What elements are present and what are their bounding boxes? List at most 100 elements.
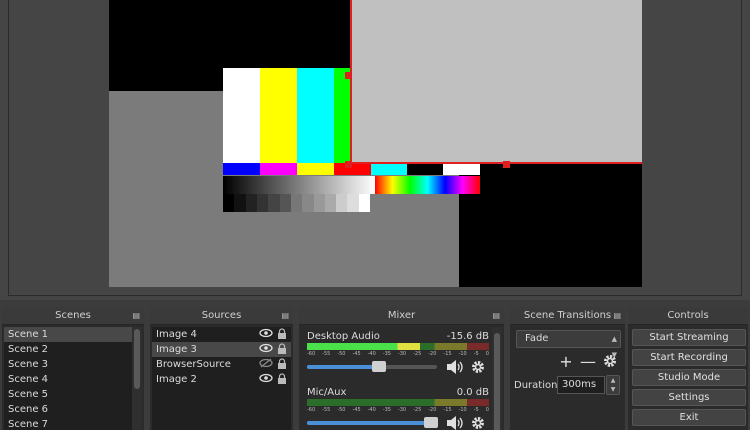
lock-icon[interactable]: [277, 343, 287, 355]
lock-icon[interactable]: [277, 358, 287, 370]
source-item[interactable]: Image 3: [152, 342, 291, 357]
mixer-dock: Mixer ▤ Desktop Audio -15.6 dB -60 -55 -50…: [299, 307, 504, 430]
eye-icon[interactable]: [259, 373, 273, 383]
float-icon[interactable]: ▤: [132, 307, 140, 325]
eye-hidden-icon[interactable]: [259, 358, 273, 368]
meter-tick-label: -25: [413, 407, 422, 413]
float-icon[interactable]: ▤: [281, 307, 289, 325]
meter-tick-label: -35: [382, 351, 391, 357]
source-item[interactable]: Image 4: [152, 327, 291, 342]
controls-body: Start Streaming Start Recording Studio M…: [630, 327, 746, 430]
scene-item[interactable]: Scene 4: [4, 372, 142, 387]
preview-canvas[interactable]: [109, 0, 642, 287]
transition-select[interactable]: Fade ▲ ▼: [516, 330, 621, 359]
resize-handle-bottom[interactable]: [503, 161, 510, 168]
meter-tick-label: -15: [443, 351, 452, 357]
exit-button[interactable]: Exit: [632, 409, 746, 426]
meter-tick-label: -20: [428, 407, 437, 413]
settings-button[interactable]: Settings: [632, 389, 746, 406]
meter-tick-label: 0: [485, 407, 489, 413]
speaker-icon[interactable]: [445, 415, 465, 430]
mixer-title-label: Mixer: [387, 310, 416, 321]
start-recording-button[interactable]: Start Recording: [632, 349, 746, 366]
speaker-icon[interactable]: [445, 359, 465, 375]
volume-fill: [307, 365, 379, 369]
source-item[interactable]: Image 2: [152, 372, 291, 387]
studio-mode-button[interactable]: Studio Mode: [632, 369, 746, 386]
controls-title-label: Controls: [667, 310, 709, 321]
meter-tick-label: -10: [458, 407, 467, 413]
meter-tick-label: -5: [473, 351, 479, 357]
controls-dock: Controls Start Streaming Start Recording…: [628, 307, 748, 430]
scene-item[interactable]: Scene 2: [4, 342, 142, 357]
gear-icon[interactable]: [470, 415, 486, 430]
mixer-scrollbar[interactable]: [492, 327, 502, 430]
meter-ticks: -60 -55 -50 -45 -40 -35 -30 -25 -20 -15 -10 -5 0: [307, 351, 489, 359]
volume-meter: [307, 399, 489, 406]
channel-db: 0.0 dB: [456, 387, 489, 398]
preview-area[interactable]: [0, 0, 750, 300]
sources-list[interactable]: Image 4 Image 3 BrowserSource Image 2: [152, 327, 291, 430]
duration-input[interactable]: 300ms: [557, 376, 605, 394]
float-icon[interactable]: ▤: [613, 307, 621, 325]
scene-item[interactable]: Scene 1: [4, 327, 142, 342]
scenes-list[interactable]: Scene 1 Scene 2 Scene 3 Scene 4 Scene 5 …: [4, 327, 142, 430]
scenes-title-label: Scenes: [55, 310, 91, 321]
start-streaming-button[interactable]: Start Streaming: [632, 329, 746, 346]
meter-tick-label: -40: [367, 351, 376, 357]
minus-icon[interactable]: —: [580, 352, 596, 371]
duration-label: Duration: [514, 380, 558, 391]
scene-item[interactable]: Scene 3: [4, 357, 142, 372]
meter-tick-label: 0: [485, 351, 489, 357]
source-name: Image 2: [156, 374, 197, 385]
meter-tick-label: -40: [367, 407, 376, 413]
scene-item[interactable]: Scene 7: [4, 417, 142, 430]
meter-tick-label: -55: [322, 351, 331, 357]
meter-tick-label: -20: [428, 351, 437, 357]
volume-fill: [307, 421, 431, 425]
volume-knob[interactable]: [371, 361, 386, 372]
meter-tick-label: -10: [458, 351, 467, 357]
meter-tick-label: -45: [352, 407, 361, 413]
sources-dock: Sources ▤ Image 4 Image 3 BrowserSource: [150, 307, 293, 430]
volume-knob[interactable]: [423, 417, 438, 428]
scenes-dock-title: Scenes ▤: [2, 307, 144, 325]
scenes-scrollbar[interactable]: [132, 327, 142, 430]
meter-tick-label: -50: [337, 351, 346, 357]
meter-tick-label: -60: [307, 351, 316, 357]
sources-title-label: Sources: [201, 310, 242, 321]
duration-spinner[interactable]: ▲ ▼: [606, 375, 620, 395]
mixer-dock-title: Mixer ▤: [299, 307, 504, 325]
resize-handle-left[interactable]: [345, 72, 352, 79]
eye-icon[interactable]: [259, 343, 273, 353]
transitions-dock-title: Scene Transitions ▤: [510, 307, 625, 325]
meter-level: [307, 343, 420, 350]
lock-icon[interactable]: [277, 373, 287, 385]
volume-slider[interactable]: [307, 361, 437, 372]
transitions-dock: Scene Transitions ▤ Fade ▲ ▼ + — Duration…: [510, 307, 625, 430]
meter-tick-label: -50: [337, 407, 346, 413]
lock-icon[interactable]: [277, 328, 287, 340]
mixer-channel: Mic/Aux 0.0 dB -60 -55 -50 -45 -40 -35 -30 -25-…: [305, 387, 491, 430]
scene-item[interactable]: Scene 5: [4, 387, 142, 402]
transition-selected-label: Fade: [525, 333, 549, 344]
meter-tick-label: -30: [397, 351, 407, 357]
volume-slider[interactable]: [307, 417, 438, 428]
source-name: Image 3: [156, 344, 197, 355]
gear-icon[interactable]: [602, 353, 618, 369]
gear-icon[interactable]: [470, 359, 486, 375]
plus-icon[interactable]: +: [558, 352, 574, 371]
mixer-body: Desktop Audio -15.6 dB -60 -55 -50 -45 -40 -3…: [301, 327, 502, 430]
mixer-channel: Desktop Audio -15.6 dB -60 -55 -50 -45 -40 -3…: [305, 331, 491, 381]
resize-handle-bottom-left[interactable]: [345, 161, 352, 168]
meter-tick-label: -15: [443, 407, 452, 413]
scene-item[interactable]: Scene 6: [4, 402, 142, 417]
selected-source-bounding-box[interactable]: [350, 0, 642, 164]
source-item[interactable]: BrowserSource: [152, 357, 291, 372]
scenes-dock: Scenes ▤ Scene 1 Scene 2 Scene 3 Scene 4…: [2, 307, 144, 430]
meter-ticks: -60 -55 -50 -45 -40 -35 -30 -25 -20 -15 -10 -5 0: [307, 407, 489, 415]
meter-tick-label: -30: [397, 407, 407, 413]
float-icon[interactable]: ▤: [492, 307, 500, 325]
eye-icon[interactable]: [259, 328, 273, 338]
source-name: Image 4: [156, 329, 197, 340]
